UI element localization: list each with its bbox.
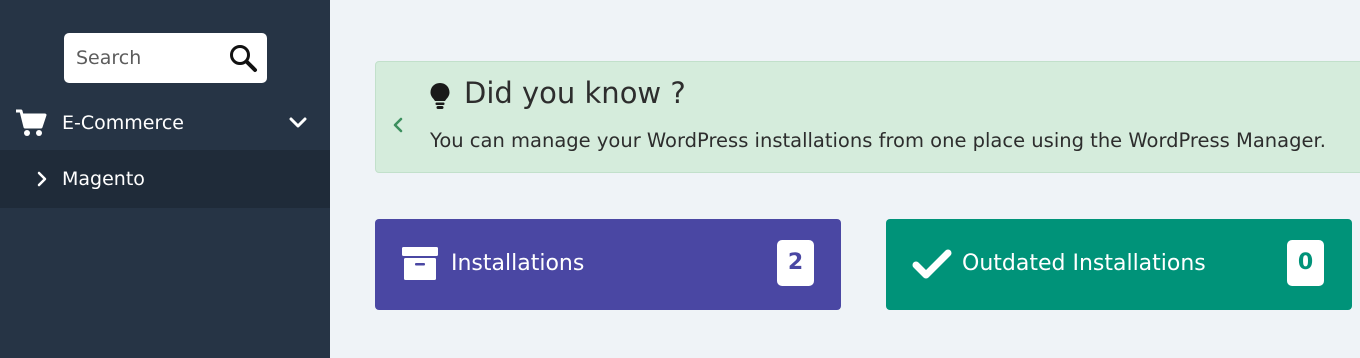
outdated-count-badge: 0 xyxy=(1287,240,1324,286)
installations-count-badge: 2 xyxy=(777,240,814,286)
search-box[interactable] xyxy=(64,33,267,83)
outdated-installations-card[interactable]: Outdated Installations 0 xyxy=(886,219,1352,310)
did-you-know-panel: Did you know ? You can manage your WordP… xyxy=(375,61,1360,173)
sidebar-item-e-commerce[interactable]: E-Commerce xyxy=(0,96,330,150)
chevron-right-icon xyxy=(37,171,47,187)
chevron-down-icon[interactable] xyxy=(288,113,308,133)
info-title: Did you know ? xyxy=(464,76,686,110)
search-input[interactable] xyxy=(76,33,226,83)
cart-icon xyxy=(16,109,47,136)
installations-label: Installations xyxy=(451,251,585,276)
installations-card[interactable]: Installations 2 xyxy=(375,219,841,310)
checkmark-icon xyxy=(912,249,952,279)
archive-box-icon xyxy=(402,247,438,280)
lightbulb-icon xyxy=(430,83,450,109)
sidebar-item-label: E-Commerce xyxy=(62,112,184,134)
search-icon[interactable] xyxy=(228,43,258,73)
sidebar: E-Commerce Magento xyxy=(0,0,330,358)
sidebar-item-magento[interactable]: Magento xyxy=(0,150,330,208)
chevron-left-icon[interactable] xyxy=(392,116,404,134)
outdated-installations-label: Outdated Installations xyxy=(962,251,1206,276)
sidebar-subitem-label: Magento xyxy=(62,168,145,190)
logo-fragment xyxy=(84,0,104,6)
info-text: You can manage your WordPress installati… xyxy=(430,129,1326,152)
